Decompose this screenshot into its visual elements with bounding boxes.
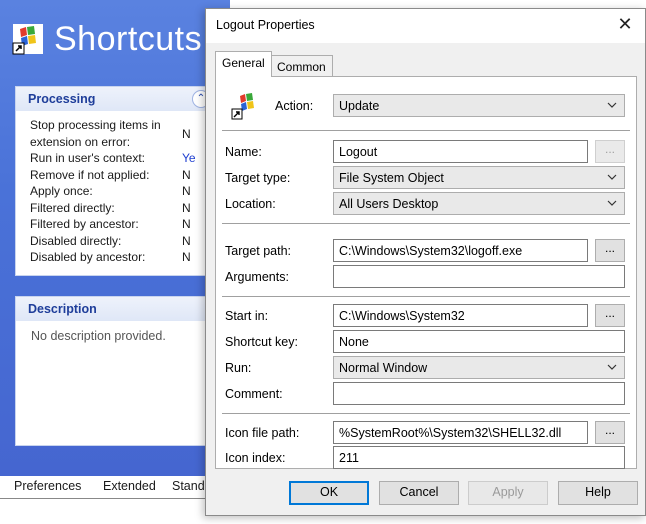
shortcuts-background-pane: Shortcuts Processing ⌃ Stop processing i… — [0, 0, 230, 476]
processing-header[interactable]: Processing ⌃ — [16, 87, 214, 111]
prop-label: Apply once: — [30, 184, 93, 198]
location-select[interactable]: All Users Desktop — [333, 192, 625, 215]
icon-index-field[interactable]: 211 — [333, 446, 625, 469]
tab-general[interactable]: General — [215, 51, 272, 77]
pane-title: Shortcuts — [54, 19, 203, 58]
action-shortcut-icon — [231, 91, 261, 121]
prop-row-remove-if-not-applied: Remove if not applied: N — [16, 167, 214, 184]
chevron-down-icon — [606, 196, 618, 210]
prop-row-disabled-directly: Disabled directly: N — [16, 233, 214, 250]
run-select[interactable]: Normal Window — [333, 356, 625, 379]
name-browse-button[interactable]: ... — [595, 140, 625, 163]
tab-preferences[interactable]: Preferences — [14, 479, 81, 493]
close-icon[interactable]: ✕ — [615, 14, 635, 35]
description-header[interactable]: Description — [16, 297, 214, 321]
shortcut-key-label: Shortcut key: — [225, 335, 298, 349]
logout-properties-dialog: Logout Properties ✕ General Common Actio… — [205, 8, 646, 516]
name-label: Name: — [225, 145, 262, 159]
action-label: Action: — [275, 99, 314, 113]
tab-common[interactable]: Common — [270, 55, 333, 77]
icon-file-path-browse-button[interactable]: ... — [595, 421, 625, 444]
prop-row-filtered-by-ancestor: Filtered by ancestor: N — [16, 216, 214, 233]
separator — [222, 223, 630, 224]
prop-label: Remove if not applied: — [30, 167, 150, 182]
dialog-title: Logout Properties — [216, 18, 315, 32]
target-path-field[interactable]: C:\Windows\System32\logoff.exe — [333, 239, 588, 262]
prop-value: N — [182, 200, 191, 215]
description-text: No description provided. — [31, 329, 166, 343]
ok-button[interactable]: OK — [289, 481, 369, 505]
prop-label: Stop processing items in extension on er… — [30, 118, 161, 149]
start-in-field[interactable]: C:\Windows\System32 — [333, 304, 588, 327]
icon-file-path-field[interactable]: %SystemRoot%\System32\SHELL32.dll — [333, 421, 588, 444]
prop-row-filtered-directly: Filtered directly: N — [16, 200, 214, 217]
comment-label: Comment: — [225, 387, 283, 401]
prop-value: N — [182, 233, 191, 248]
prop-row-apply-once: Apply once: N — [16, 183, 214, 200]
run-value: Normal Window — [339, 361, 428, 375]
prop-value[interactable]: Ye — [182, 150, 196, 167]
shortcut-header-icon — [10, 21, 46, 57]
pane-header: Shortcuts — [10, 14, 202, 64]
icon-index-label: Icon index: — [225, 451, 286, 465]
prop-value: N — [182, 217, 191, 231]
prop-label: Disabled by ancestor: — [30, 250, 146, 264]
target-path-label: Target path: — [225, 244, 292, 258]
description-header-label: Description — [28, 302, 97, 316]
dialog-titlebar[interactable]: Logout Properties ✕ — [206, 9, 645, 43]
processing-card: Processing ⌃ Stop processing items in ex… — [15, 86, 215, 276]
separator — [222, 130, 630, 131]
prop-label: Run in user's context: — [30, 151, 146, 165]
separator — [222, 413, 630, 414]
prop-row-stop-processing: Stop processing items in extension on er… — [16, 117, 214, 150]
prop-row-disabled-by-ancestor: Disabled by ancestor: N — [16, 249, 214, 266]
prop-value: N — [182, 184, 191, 198]
arguments-label: Arguments: — [225, 270, 289, 284]
name-field[interactable]: Logout — [333, 140, 588, 163]
action-select[interactable]: Update — [333, 94, 625, 117]
start-in-browse-button[interactable]: ... — [595, 304, 625, 327]
location-value: All Users Desktop — [339, 197, 439, 211]
chevron-down-icon — [606, 360, 618, 374]
processing-list: Stop processing items in extension on er… — [16, 111, 214, 266]
cancel-button[interactable]: Cancel — [379, 481, 459, 505]
description-card: Description No description provided. — [15, 296, 215, 446]
tab-standard[interactable]: Stand — [172, 479, 205, 493]
processing-header-label: Processing — [28, 92, 96, 106]
prop-value: N — [182, 250, 191, 264]
target-path-browse-button[interactable]: ... — [595, 239, 625, 262]
general-tab-panel: Action: Update Name: Logout ... Target t… — [215, 76, 637, 469]
prop-label: Filtered by ancestor: — [30, 217, 139, 231]
prop-value: N — [182, 127, 191, 141]
chevron-down-icon — [606, 170, 618, 184]
help-button[interactable]: Help — [558, 481, 638, 505]
start-in-label: Start in: — [225, 309, 269, 323]
comment-field[interactable] — [333, 382, 625, 405]
target-type-value: File System Object — [339, 171, 444, 185]
icon-file-path-label: Icon file path: — [225, 426, 300, 440]
shortcut-key-field[interactable]: None — [333, 330, 625, 353]
tab-extended[interactable]: Extended — [103, 479, 156, 493]
prop-value: N — [182, 167, 191, 182]
run-label: Run: — [225, 361, 252, 375]
arguments-field[interactable] — [333, 265, 625, 288]
target-type-label: Target type: — [225, 171, 291, 185]
action-value: Update — [339, 99, 380, 113]
prop-row-run-in-user-context: Run in user's context: Ye — [16, 150, 214, 167]
tab-strip-line — [0, 498, 205, 499]
apply-button[interactable]: Apply — [468, 481, 548, 505]
prop-label: Disabled directly: — [30, 233, 122, 248]
separator — [222, 296, 630, 297]
target-type-select[interactable]: File System Object — [333, 166, 625, 189]
prop-label: Filtered directly: — [30, 200, 115, 215]
location-label: Location: — [225, 197, 276, 211]
chevron-down-icon — [606, 98, 618, 112]
